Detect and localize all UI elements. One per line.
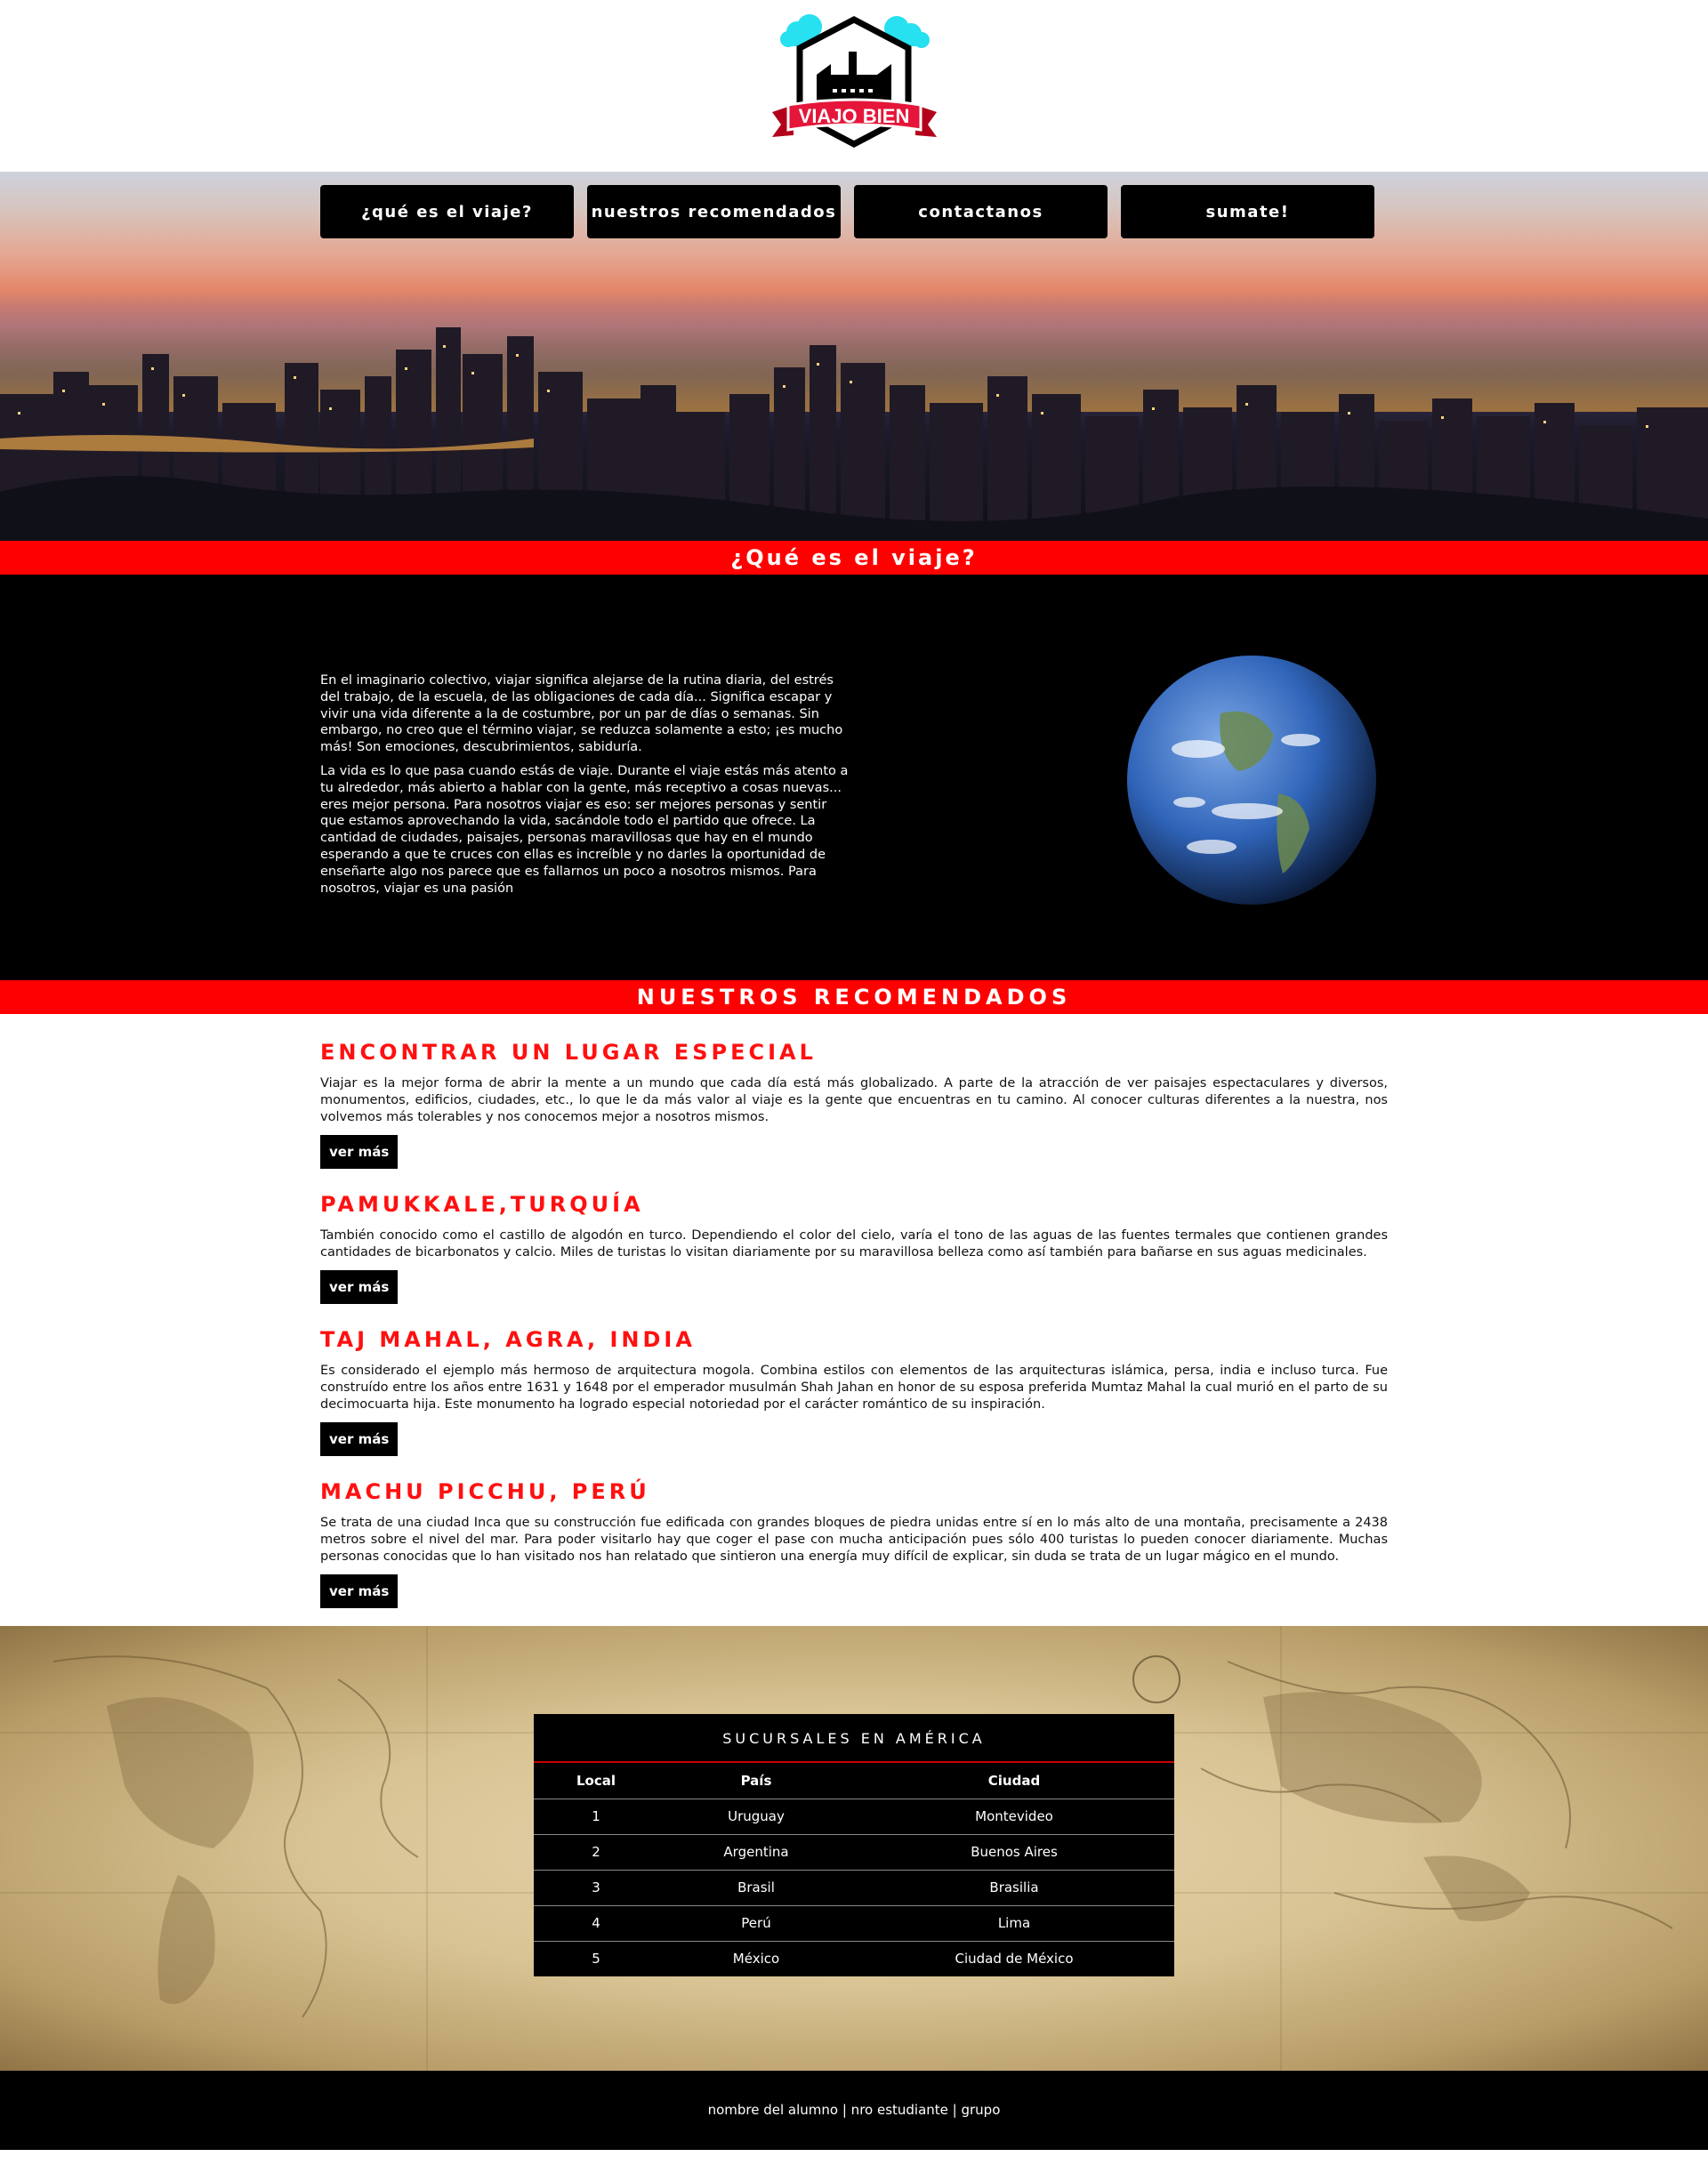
nav-que-es-el-viaje[interactable]: ¿qué es el viaje? [320, 185, 574, 238]
logo-text: VIAJO BIEN [798, 105, 909, 127]
rec-text: Es considerado el ejemplo más hermoso de… [320, 1364, 1388, 1412]
cell-local: 1 [534, 1798, 658, 1834]
ver-mas-button[interactable]: ver más [320, 1422, 399, 1456]
rec-title: MACHU PICCHU, PERÚ [320, 1479, 650, 1504]
rec-item: PAMUKKALE,TURQUÍA También conocido como … [320, 1192, 1388, 1304]
hero: ¿qué es el viaje? nuestros recomendados … [0, 172, 1708, 541]
recs-heading: NUESTROS RECOMENDADOS [0, 980, 1708, 1014]
nav-contactanos[interactable]: contactanos [854, 185, 1108, 238]
rec-text: También conocido como el castillo de alg… [320, 1228, 1388, 1260]
footer-text: nombre del alumno | nro estudiante | gru… [707, 2102, 1001, 2118]
cell-ciudad: Brasilia [854, 1869, 1174, 1905]
cell-pais: Argentina [658, 1833, 854, 1870]
table-row: 5 México Ciudad de México [534, 1940, 1174, 1976]
cell-pais: México [658, 1940, 854, 1976]
branches-section: SUCURSALES EN AMÉRICA Local País Ciudad … [0, 1626, 1708, 2071]
branches-title: SUCURSALES EN AMÉRICA [534, 1714, 1174, 1763]
cell-local: 5 [534, 1940, 658, 1976]
rec-title: TAJ MAHAL, AGRA, INDIA [320, 1327, 696, 1352]
cell-ciudad: Buenos Aires [854, 1833, 1174, 1870]
about-section: En el imaginario colectivo, viajar signi… [0, 575, 1708, 980]
about-paragraph: La vida es lo que pasa cuando estás de v… [320, 763, 849, 896]
rec-text: Se trata de una ciudad Inca que su const… [320, 1516, 1388, 1564]
earth-image [1127, 656, 1376, 905]
cell-pais: Brasil [658, 1869, 854, 1905]
table-row: 4 Perú Lima [534, 1904, 1174, 1941]
cell-pais: Uruguay [658, 1798, 854, 1834]
table-row: 2 Argentina Buenos Aires [534, 1833, 1174, 1870]
rec-title: PAMUKKALE,TURQUÍA [320, 1192, 644, 1217]
cell-ciudad: Lima [854, 1904, 1174, 1941]
branches-table: Local País Ciudad 1 Uruguay Montevideo 2… [534, 1763, 1174, 1976]
table-row: 1 Uruguay Montevideo [534, 1798, 1174, 1834]
cell-pais: Perú [658, 1904, 854, 1941]
col-header-local: Local [576, 1772, 616, 1789]
cell-local: 3 [534, 1869, 658, 1905]
about-text: En el imaginario colectivo, viajar signi… [320, 672, 854, 904]
cell-local: 2 [534, 1833, 658, 1870]
about-paragraph: En el imaginario colectivo, viajar signi… [320, 673, 843, 755]
rec-title: ENCONTRAR UN LUGAR ESPECIAL [320, 1040, 817, 1065]
col-header-pais: País [740, 1772, 772, 1789]
cell-local: 4 [534, 1904, 658, 1941]
rec-text: Viajar es la mejor forma de abrir la men… [320, 1076, 1388, 1124]
main-nav: ¿qué es el viaje? nuestros recomendados … [320, 185, 1374, 238]
rec-item: TAJ MAHAL, AGRA, INDIA Es considerado el… [320, 1327, 1388, 1456]
about-heading: ¿Qué es el viaje? [0, 541, 1708, 575]
col-header-ciudad: Ciudad [987, 1772, 1041, 1789]
recs-section: ENCONTRAR UN LUGAR ESPECIAL Viajar es la… [0, 1014, 1708, 1626]
logo[interactable]: VIAJO BIEN [763, 12, 946, 155]
nav-sumate[interactable]: sumate! [1121, 185, 1374, 238]
cell-ciudad: Ciudad de México [854, 1940, 1174, 1976]
ver-mas-button[interactable]: ver más [320, 1270, 399, 1304]
rec-item: MACHU PICCHU, PERÚ Se trata de una ciuda… [320, 1479, 1388, 1608]
ver-mas-button[interactable]: ver más [320, 1135, 399, 1169]
site-header: VIAJO BIEN [0, 0, 1708, 172]
ver-mas-button[interactable]: ver más [320, 1574, 399, 1608]
footer: nombre del alumno | nro estudiante | gru… [0, 2071, 1708, 2150]
branches-table-box: SUCURSALES EN AMÉRICA Local País Ciudad … [534, 1714, 1174, 1976]
cell-ciudad: Montevideo [854, 1798, 1174, 1834]
nav-nuestros-recomendados[interactable]: nuestros recomendados [587, 185, 841, 238]
rec-item: ENCONTRAR UN LUGAR ESPECIAL Viajar es la… [320, 1040, 1388, 1169]
table-row: 3 Brasil Brasilia [534, 1869, 1174, 1905]
